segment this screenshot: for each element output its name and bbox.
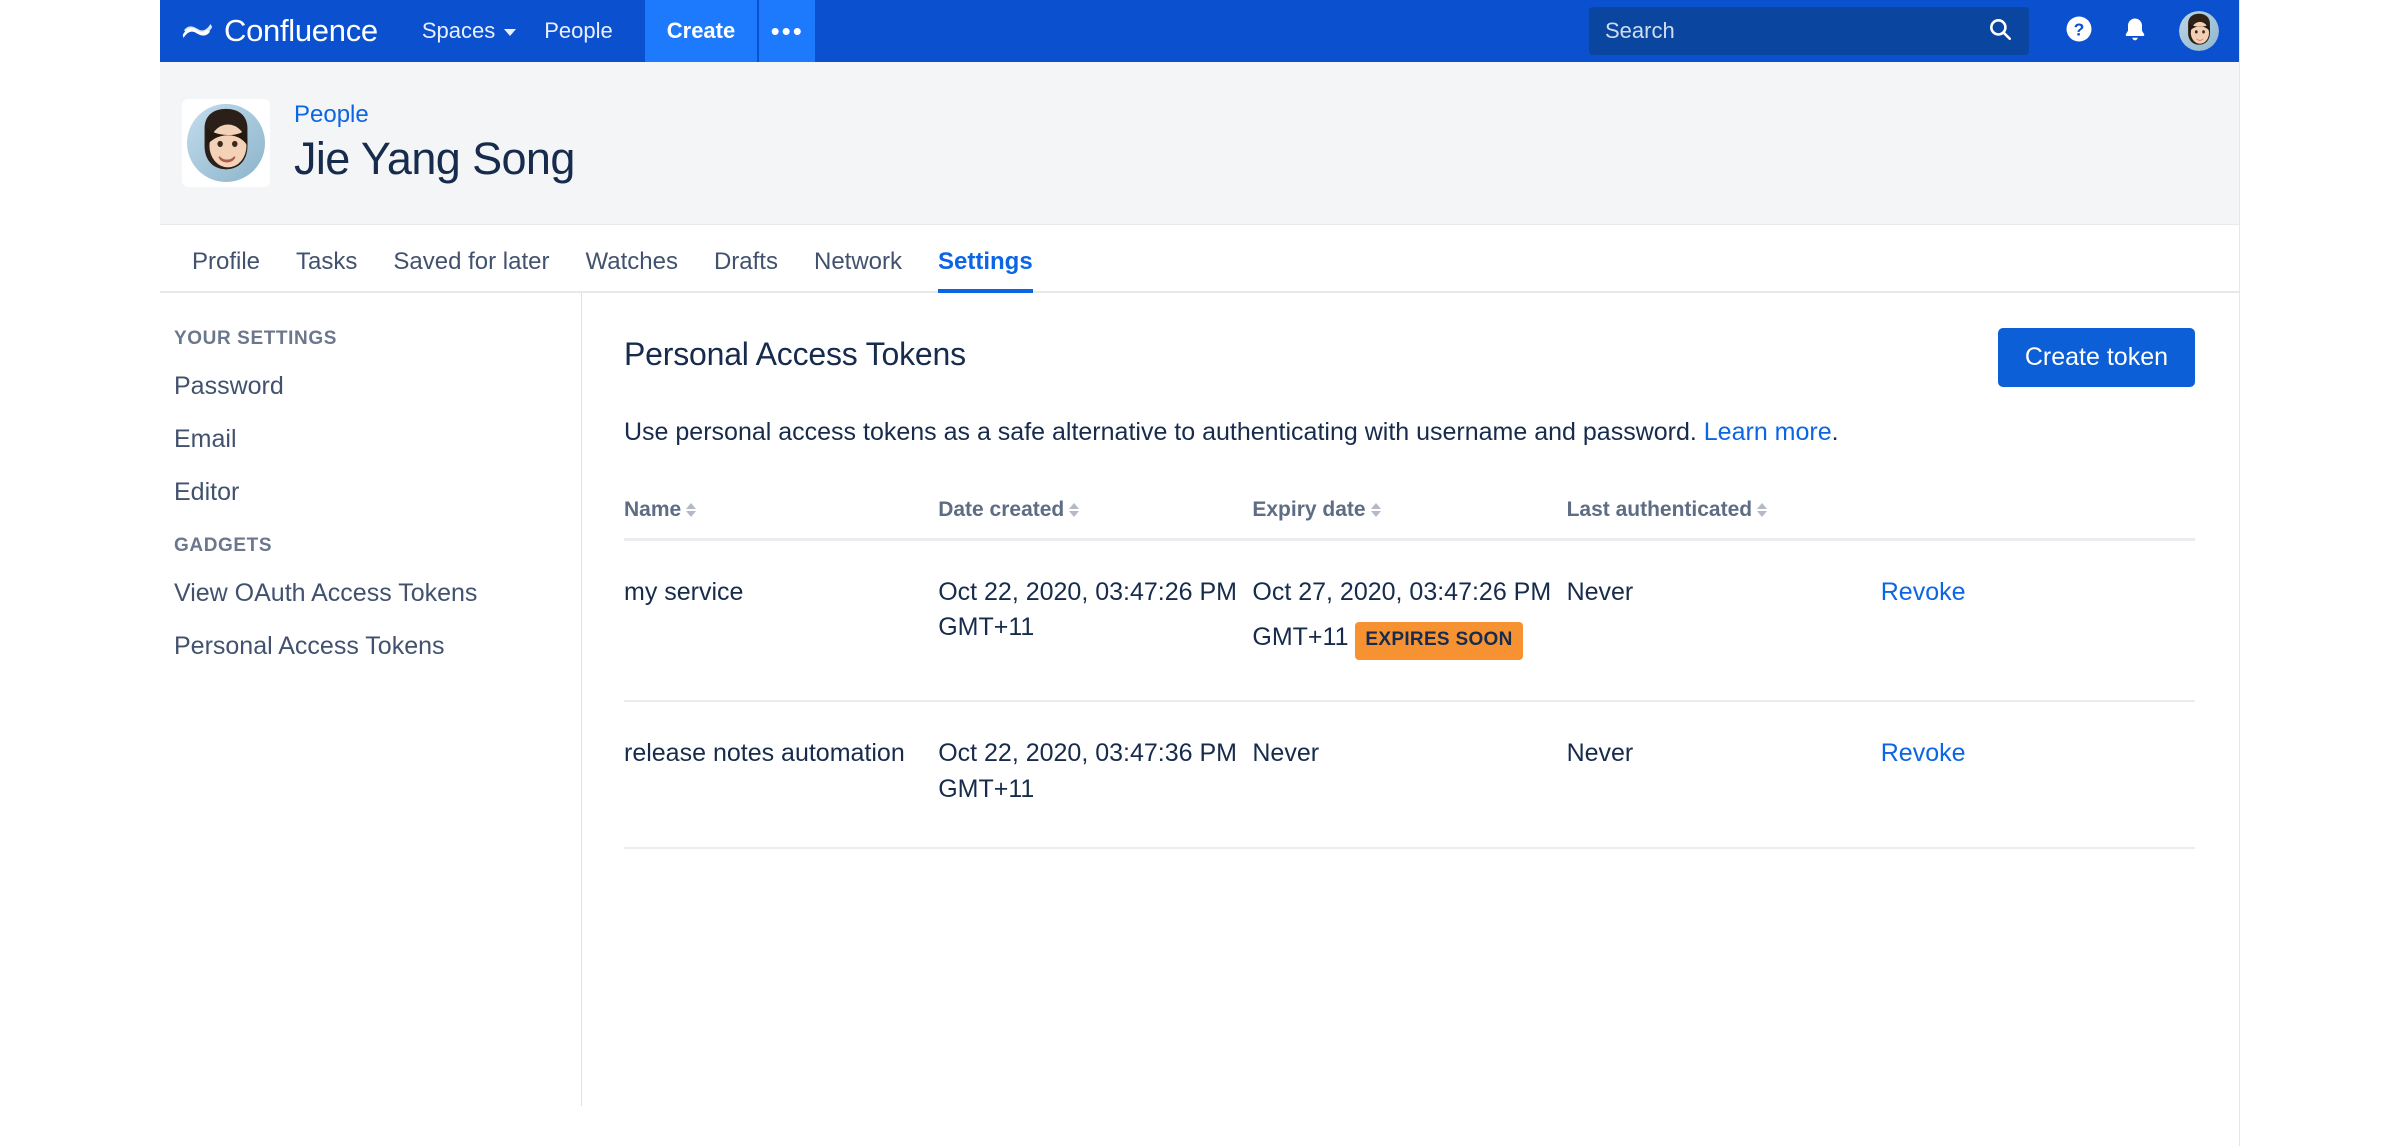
user-avatar	[2179, 11, 2219, 51]
cell-last-authenticated: Never	[1566, 539, 1881, 703]
top-navigation-bar: Confluence Spaces People Create ••• Sear…	[160, 0, 2239, 62]
breadcrumb-people-link[interactable]: People	[294, 101, 369, 129]
svg-text:?: ?	[2074, 19, 2085, 39]
cell-actions: Revoke	[1880, 539, 2195, 703]
page-title: Jie Yang Song	[294, 133, 575, 184]
table-row: my service Oct 22, 2020, 03:47:26 PM GMT…	[624, 539, 2195, 703]
column-header-name-label: Name	[624, 497, 682, 521]
column-header-actions	[1880, 497, 2195, 541]
sidebar-item-email[interactable]: Email	[174, 413, 581, 466]
column-header-name[interactable]: Name	[624, 497, 939, 541]
sidebar-section-gadgets: GADGETS	[174, 535, 273, 556]
profile-avatar[interactable]	[182, 99, 270, 187]
sort-icon[interactable]	[1757, 502, 1768, 517]
notifications-button[interactable]	[2107, 3, 2163, 59]
help-icon: ?	[2064, 14, 2094, 49]
confluence-page: Confluence Spaces People Create ••• Sear…	[160, 0, 2240, 1146]
status-badge: EXPIRES SOON	[1355, 622, 1523, 661]
cell-date-created: Oct 22, 2020, 03:47:36 PM GMT+11	[938, 701, 1253, 850]
nav-item-people-label: People	[544, 18, 613, 43]
tab-saved-for-later[interactable]: Saved for later	[375, 248, 567, 291]
column-header-last-authenticated[interactable]: Last authenticated	[1566, 497, 1881, 541]
cell-actions: Revoke	[1880, 701, 2195, 850]
confluence-logo-icon	[182, 18, 212, 44]
revoke-link[interactable]: Revoke	[1881, 578, 1966, 606]
profile-header-text: People Jie Yang Song	[294, 101, 575, 185]
settings-sidebar: YOUR SETTINGS Password Email Editor GADG…	[160, 293, 582, 1106]
nav-item-people[interactable]: People	[530, 0, 627, 62]
settings-body: YOUR SETTINGS Password Email Editor GADG…	[160, 293, 2239, 1106]
nav-right-cluster: ?	[1589, 0, 2239, 62]
section-title: Personal Access Tokens	[624, 336, 966, 372]
user-avatar-button[interactable]	[2177, 9, 2221, 53]
chevron-down-icon	[504, 29, 517, 36]
tab-watches[interactable]: Watches	[567, 248, 695, 291]
cell-last-authenticated: Never	[1566, 701, 1881, 850]
tab-settings[interactable]: Settings	[920, 248, 1051, 293]
revoke-link[interactable]: Revoke	[1881, 739, 1966, 767]
sidebar-item-editor[interactable]: Editor	[174, 466, 581, 519]
sort-icon[interactable]	[686, 502, 697, 517]
tab-drafts[interactable]: Drafts	[696, 248, 796, 291]
logo-label: Confluence	[224, 13, 378, 48]
column-header-last-authenticated-label: Last authenticated	[1566, 497, 1753, 521]
column-header-date-created-label: Date created	[938, 497, 1065, 521]
tokens-table-body: my service Oct 22, 2020, 03:47:26 PM GMT…	[624, 539, 2195, 850]
section-header: Personal Access Tokens Create token	[624, 328, 2195, 387]
tokens-table-header-row: Name Date created Expiry date Last authe…	[624, 497, 2195, 541]
sidebar-section-your-settings: YOUR SETTINGS	[174, 328, 337, 349]
nav-item-spaces-label: Spaces	[421, 18, 496, 43]
profile-tab-bar: Profile Tasks Saved for later Watches Dr…	[160, 225, 2239, 293]
settings-main-content: Personal Access Tokens Create token Use …	[582, 293, 2239, 1106]
search-icon[interactable]	[1987, 16, 2013, 47]
table-row: release notes automation Oct 22, 2020, 0…	[624, 701, 2195, 850]
help-button[interactable]: ?	[2051, 3, 2107, 59]
column-header-expiry-date[interactable]: Expiry date	[1252, 497, 1567, 541]
sidebar-item-password[interactable]: Password	[174, 360, 581, 413]
nav-item-spaces[interactable]: Spaces	[408, 0, 530, 62]
cell-token-name: release notes automation	[624, 701, 939, 850]
search-box[interactable]	[1589, 7, 2029, 55]
create-button[interactable]: Create	[644, 0, 758, 62]
cell-date-created: Oct 22, 2020, 03:47:26 PM GMT+11	[938, 539, 1253, 703]
column-header-expiry-date-label: Expiry date	[1252, 497, 1366, 521]
tokens-table-head: Name Date created Expiry date Last authe…	[624, 497, 2195, 541]
profile-header: People Jie Yang Song	[160, 62, 2239, 225]
learn-more-link[interactable]: Learn more	[1704, 418, 1832, 446]
cell-token-name: my service	[624, 539, 939, 703]
sort-icon[interactable]	[1069, 502, 1080, 517]
cell-expiry-date: Never	[1252, 701, 1567, 850]
create-more-options-button[interactable]: •••	[757, 0, 816, 62]
sidebar-item-personal-access-tokens[interactable]: Personal Access Tokens	[174, 620, 581, 673]
search-input[interactable]	[1605, 18, 1987, 44]
intro-paragraph: Use personal access tokens as a safe alt…	[624, 416, 2195, 450]
tokens-table: Name Date created Expiry date Last authe…	[624, 497, 2195, 850]
cell-expiry-date: Oct 27, 2020, 03:47:26 PM GMT+11 EXPIRES…	[1252, 539, 1567, 703]
intro-suffix: .	[1831, 418, 1839, 446]
create-token-button[interactable]: Create token	[1997, 328, 2195, 387]
sidebar-item-view-oauth-access-tokens[interactable]: View OAuth Access Tokens	[174, 567, 581, 620]
confluence-logo[interactable]: Confluence	[160, 13, 408, 49]
notification-bell-icon	[2121, 15, 2149, 48]
tab-network[interactable]: Network	[796, 248, 920, 291]
sort-icon[interactable]	[1370, 502, 1381, 517]
column-header-date-created[interactable]: Date created	[938, 497, 1253, 541]
tab-tasks[interactable]: Tasks	[278, 248, 375, 291]
create-button-group: Create •••	[644, 0, 816, 62]
intro-text: Use personal access tokens as a safe alt…	[624, 418, 1704, 446]
tab-profile[interactable]: Profile	[174, 248, 278, 291]
